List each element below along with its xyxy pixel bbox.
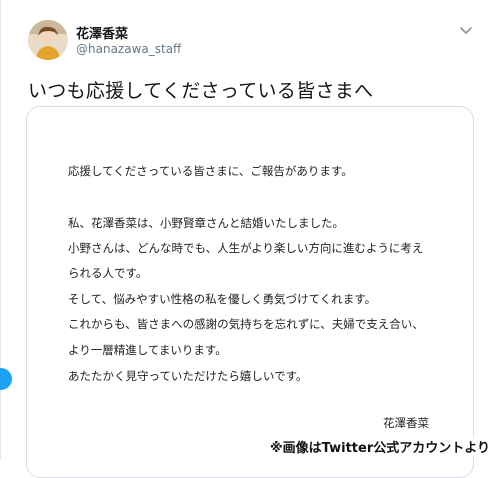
letter-line: 私、花澤香菜は、小野賢章さんと結婚いたしました。 [68, 216, 344, 230]
letter-line: そして、悩みやすい性格の私を優しく勇気づけてくれます。 [68, 292, 377, 306]
letter-line: 応援してくださっている皆さまに、ご報告があります。 [68, 164, 353, 178]
author-handle[interactable]: @hanazawa_staff [76, 42, 181, 56]
tweet-header: 花澤香菜 @hanazawa_staff [28, 20, 488, 64]
letter-line: より一層精進してまいります。 [68, 343, 227, 357]
floating-action-button[interactable] [0, 368, 12, 390]
letter-line: 小野さんは、どんな時でも、人生がより楽しい方向に進むように考え [68, 241, 424, 255]
image-credit-caption: ※画像はTwitter公式アカウントより [268, 436, 492, 457]
letter-line: られる人です。 [68, 266, 148, 280]
tweet-menu-button[interactable] [458, 22, 474, 38]
timeline-divider [0, 0, 1, 460]
profile-photo-icon [28, 20, 68, 60]
letter-line: あたたかく見守っていただけたら嬉しいです。 [68, 369, 308, 383]
letter-signature: 花澤香菜 [383, 416, 429, 430]
tweet-text: いつも応援してくださっている皆さまへ [28, 80, 374, 102]
letter-line: これからも、皆さまへの感謝の気持ちを忘れずに、夫婦で支え合い、 [68, 317, 424, 331]
avatar[interactable] [28, 20, 68, 60]
chevron-down-icon [460, 27, 472, 34]
tweet-image-card[interactable]: 応援してくださっている皆さまに、ご報告があります。 私、花澤香菜は、小野賢章さん… [26, 106, 474, 478]
author-display-name[interactable]: 花澤香菜 [76, 23, 128, 42]
